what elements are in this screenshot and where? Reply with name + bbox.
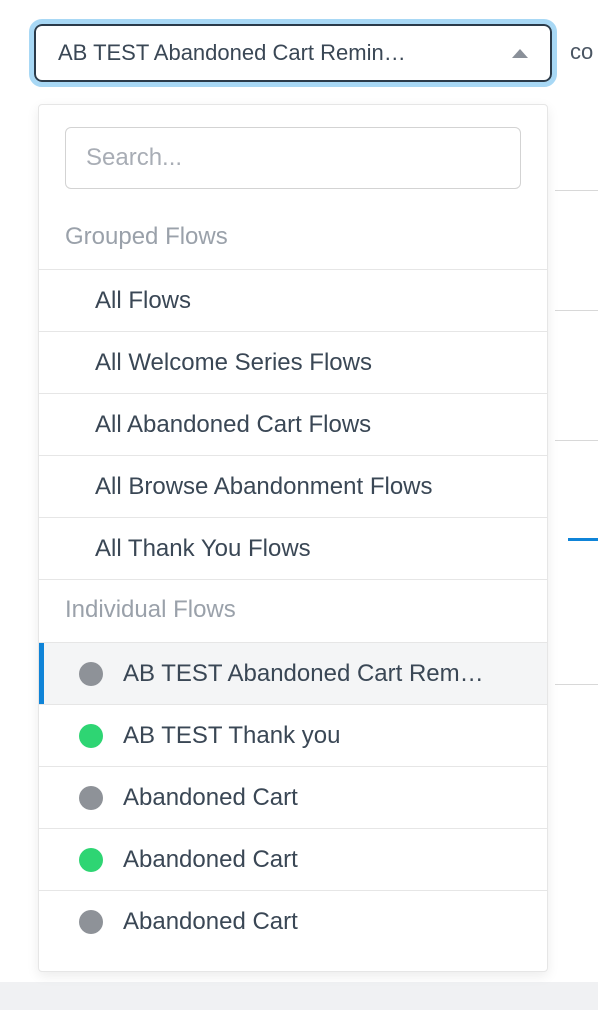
chevron-up-icon xyxy=(512,49,528,58)
option-all-flows[interactable]: All Flows xyxy=(39,270,547,332)
option-all-browse-abandonment[interactable]: All Browse Abandonment Flows xyxy=(39,456,547,518)
flow-select-label: AB TEST Abandoned Cart Remin… xyxy=(58,40,502,66)
option-all-thank-you[interactable]: All Thank You Flows xyxy=(39,518,547,580)
option-label: AB TEST Thank you xyxy=(123,722,340,750)
option-all-abandoned-cart[interactable]: All Abandoned Cart Flows xyxy=(39,394,547,456)
status-dot-icon xyxy=(79,786,103,810)
option-label: Abandoned Cart xyxy=(123,784,298,812)
flow-select-trigger[interactable]: AB TEST Abandoned Cart Remin… xyxy=(34,24,552,82)
option-label: AB TEST Abandoned Cart Rem… xyxy=(123,660,484,688)
section-header-individual: Individual Flows xyxy=(39,580,547,643)
trailing-text: co xyxy=(570,39,593,65)
option-label: All Flows xyxy=(95,287,191,315)
status-dot-icon xyxy=(79,662,103,686)
status-dot-icon xyxy=(79,910,103,934)
search-input[interactable] xyxy=(65,127,521,189)
option-abandoned-cart-1[interactable]: Abandoned Cart xyxy=(39,767,547,829)
option-ab-test-abandoned-cart[interactable]: AB TEST Abandoned Cart Rem… xyxy=(39,643,547,705)
option-label: All Welcome Series Flows xyxy=(95,349,372,377)
option-abandoned-cart-2[interactable]: Abandoned Cart xyxy=(39,829,547,891)
section-header-grouped: Grouped Flows xyxy=(39,207,547,270)
search-wrap xyxy=(39,105,547,207)
option-all-welcome-series[interactable]: All Welcome Series Flows xyxy=(39,332,547,394)
option-label: Abandoned Cart xyxy=(123,908,298,936)
flow-dropdown-panel: Grouped Flows All Flows All Welcome Seri… xyxy=(38,104,548,972)
bottom-bar xyxy=(0,982,598,1010)
option-label: Abandoned Cart xyxy=(123,846,298,874)
option-abandoned-cart-3[interactable]: Abandoned Cart xyxy=(39,891,547,953)
status-dot-icon xyxy=(79,724,103,748)
option-ab-test-thank-you[interactable]: AB TEST Thank you xyxy=(39,705,547,767)
option-label: All Thank You Flows xyxy=(95,535,311,563)
status-dot-icon xyxy=(79,848,103,872)
option-label: All Browse Abandonment Flows xyxy=(95,473,433,501)
option-label: All Abandoned Cart Flows xyxy=(95,411,371,439)
